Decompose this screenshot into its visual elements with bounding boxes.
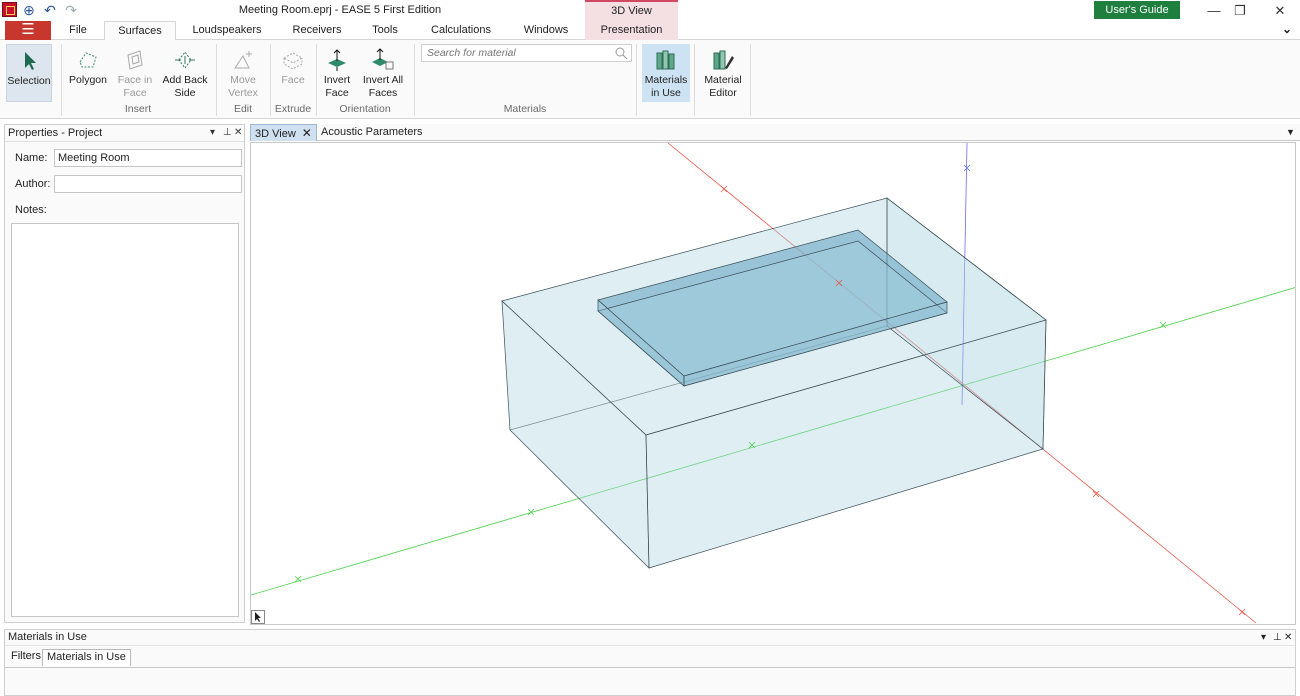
materials-book-icon — [656, 50, 675, 70]
tab-acoustic-parameters[interactable]: Acoustic Parameters — [317, 124, 426, 141]
properties-panel: Properties - Project ▾ ⊥ ✕ Name: Author:… — [4, 124, 245, 623]
project-notes-textarea[interactable] — [11, 223, 239, 617]
group-label-edit: Edit — [233, 103, 253, 115]
extrude-face-label: Face — [281, 74, 305, 86]
materials-panel-header: Materials in Use ▾ ⊥ ✕ — [5, 630, 1295, 646]
project-name-input[interactable] — [54, 149, 242, 167]
add-back-side-label-2: Side — [174, 87, 196, 99]
add-back-side-icon — [175, 51, 195, 69]
restore-button[interactable]: ❐ — [1218, 0, 1262, 21]
move-vertex-button[interactable]: Move Vertex — [221, 44, 265, 102]
notes-row: Notes: — [5, 201, 245, 220]
context-tab-group-title: 3D View — [585, 0, 678, 21]
materials-in-use-label-1: Materials — [644, 74, 688, 86]
pin-icon[interactable]: ⊥ — [1273, 630, 1282, 645]
panel-close-icon[interactable]: ✕ — [1284, 630, 1292, 645]
3d-scene — [251, 143, 1295, 624]
tab-presentation[interactable]: Presentation — [585, 21, 678, 40]
add-back-side-label-1: Add Back — [162, 74, 208, 86]
window-title: Meeting Room.eprj - EASE 5 First Edition — [238, 4, 442, 16]
ribbon-collapse-icon[interactable]: ⌄ — [1282, 22, 1292, 36]
invert-face-label-1: Invert — [323, 74, 351, 86]
panel-dropdown-icon[interactable]: ▾ — [1261, 630, 1266, 645]
materials-list[interactable] — [5, 667, 1295, 695]
panel-close-icon[interactable]: ✕ — [234, 125, 242, 141]
search-icon[interactable] — [614, 46, 628, 60]
materials-in-use-label-2: in Use — [651, 87, 681, 99]
move-vertex-label-2: Vertex — [228, 87, 258, 99]
tab-surfaces[interactable]: Surfaces — [104, 21, 176, 41]
group-label-orientation: Orientation — [339, 103, 391, 115]
notes-label: Notes: — [15, 204, 47, 216]
tab-receivers[interactable]: Receivers — [282, 21, 352, 40]
material-search-input[interactable] — [421, 44, 632, 62]
tab-windows[interactable]: Windows — [514, 21, 578, 40]
cursor-arrow-icon — [25, 52, 36, 70]
add-back-side-button[interactable]: Add Back Side — [160, 44, 210, 102]
group-label-materials: Materials — [503, 103, 547, 115]
tab-list-menu-icon[interactable]: ▼ — [1282, 124, 1299, 141]
move-vertex-icon — [234, 51, 252, 69]
polygon-label: Polygon — [69, 74, 107, 86]
materials-in-use-panel: Materials in Use ▾ ⊥ ✕ Filters Materials… — [4, 629, 1296, 696]
3d-viewport[interactable] — [250, 142, 1296, 625]
extrude-face-icon — [282, 52, 304, 70]
material-editor-button[interactable]: Material Editor — [700, 44, 746, 102]
invert-all-faces-label-2: Faces — [368, 87, 398, 99]
polygon-button[interactable]: Polygon — [66, 44, 110, 102]
invert-all-faces-button[interactable]: Invert All Faces — [360, 44, 406, 102]
properties-panel-title: Properties - Project — [8, 127, 103, 139]
title-bar: ⊕ ↶ ↷ Meeting Room.eprj - EASE 5 First E… — [0, 0, 1300, 21]
move-vertex-label-1: Move — [230, 74, 256, 86]
tab-close-icon[interactable]: ✕ — [302, 126, 312, 140]
tab-tools[interactable]: Tools — [362, 21, 408, 40]
y-axis-tick — [1159, 321, 1167, 329]
tab-loudspeakers[interactable]: Loudspeakers — [186, 21, 268, 40]
face-in-face-button[interactable]: Face in Face — [114, 44, 156, 102]
ribbon: Selection Polygon Face in Face Add Back … — [0, 40, 1300, 119]
invert-all-faces-label-1: Invert All — [362, 74, 404, 86]
author-row: Author: — [5, 175, 245, 194]
group-label-extrude: Extrude — [274, 103, 312, 115]
tab-materials-in-use[interactable]: Materials in Use — [42, 649, 131, 666]
author-label: Author: — [15, 178, 51, 190]
app-menu-button[interactable]: ☰ — [5, 21, 51, 40]
face-in-face-icon — [127, 50, 143, 70]
ribbon-tab-row: ☰ File Surfaces Loudspeakers Receivers T… — [0, 21, 1300, 41]
z-axis-tick — [963, 164, 971, 172]
name-label: Name: — [15, 152, 48, 164]
tab-3d-view[interactable]: 3D View ✕ — [250, 124, 317, 141]
selection-button[interactable]: Selection — [6, 44, 52, 102]
group-label-insert: Insert — [124, 103, 152, 115]
close-button[interactable]: ✕ — [1258, 0, 1300, 21]
face-in-face-label-1: Face in — [117, 74, 153, 86]
x-axis-tick — [720, 185, 728, 193]
material-editor-icon — [713, 50, 734, 70]
tab-calculations[interactable]: Calculations — [420, 21, 502, 40]
project-author-input[interactable] — [54, 175, 242, 193]
materials-in-use-button[interactable]: Materials in Use — [642, 44, 690, 102]
materials-panel-title: Materials in Use — [8, 631, 87, 643]
tab-3d-view-label: 3D View — [255, 128, 296, 140]
material-editor-label-1: Material — [704, 74, 742, 86]
selection-label: Selection — [7, 75, 51, 87]
invert-face-button[interactable]: Invert Face — [318, 44, 356, 102]
pin-icon[interactable]: ⊥ — [223, 125, 232, 141]
users-guide-button[interactable]: User's Guide — [1094, 1, 1180, 19]
panel-dropdown-icon[interactable]: ▾ — [210, 125, 215, 141]
invert-face-icon — [328, 49, 346, 71]
tab-filters[interactable]: Filters — [7, 649, 45, 666]
extrude-face-button[interactable]: Face — [274, 44, 312, 102]
face-in-face-label-2: Face — [123, 87, 147, 99]
polygon-icon — [79, 52, 97, 68]
tab-file[interactable]: File — [58, 21, 98, 40]
properties-panel-header: Properties - Project ▾ ⊥ ✕ — [5, 125, 244, 142]
viewport-cursor-tool-icon[interactable] — [251, 610, 265, 624]
invert-all-faces-icon — [372, 48, 394, 70]
document-tab-strip: 3D View ✕ Acoustic Parameters ▼ — [250, 124, 1300, 141]
name-row: Name: — [5, 149, 245, 168]
material-editor-label-2: Editor — [709, 87, 737, 99]
invert-face-label-2: Face — [325, 87, 349, 99]
x-axis-tick — [1238, 608, 1246, 616]
